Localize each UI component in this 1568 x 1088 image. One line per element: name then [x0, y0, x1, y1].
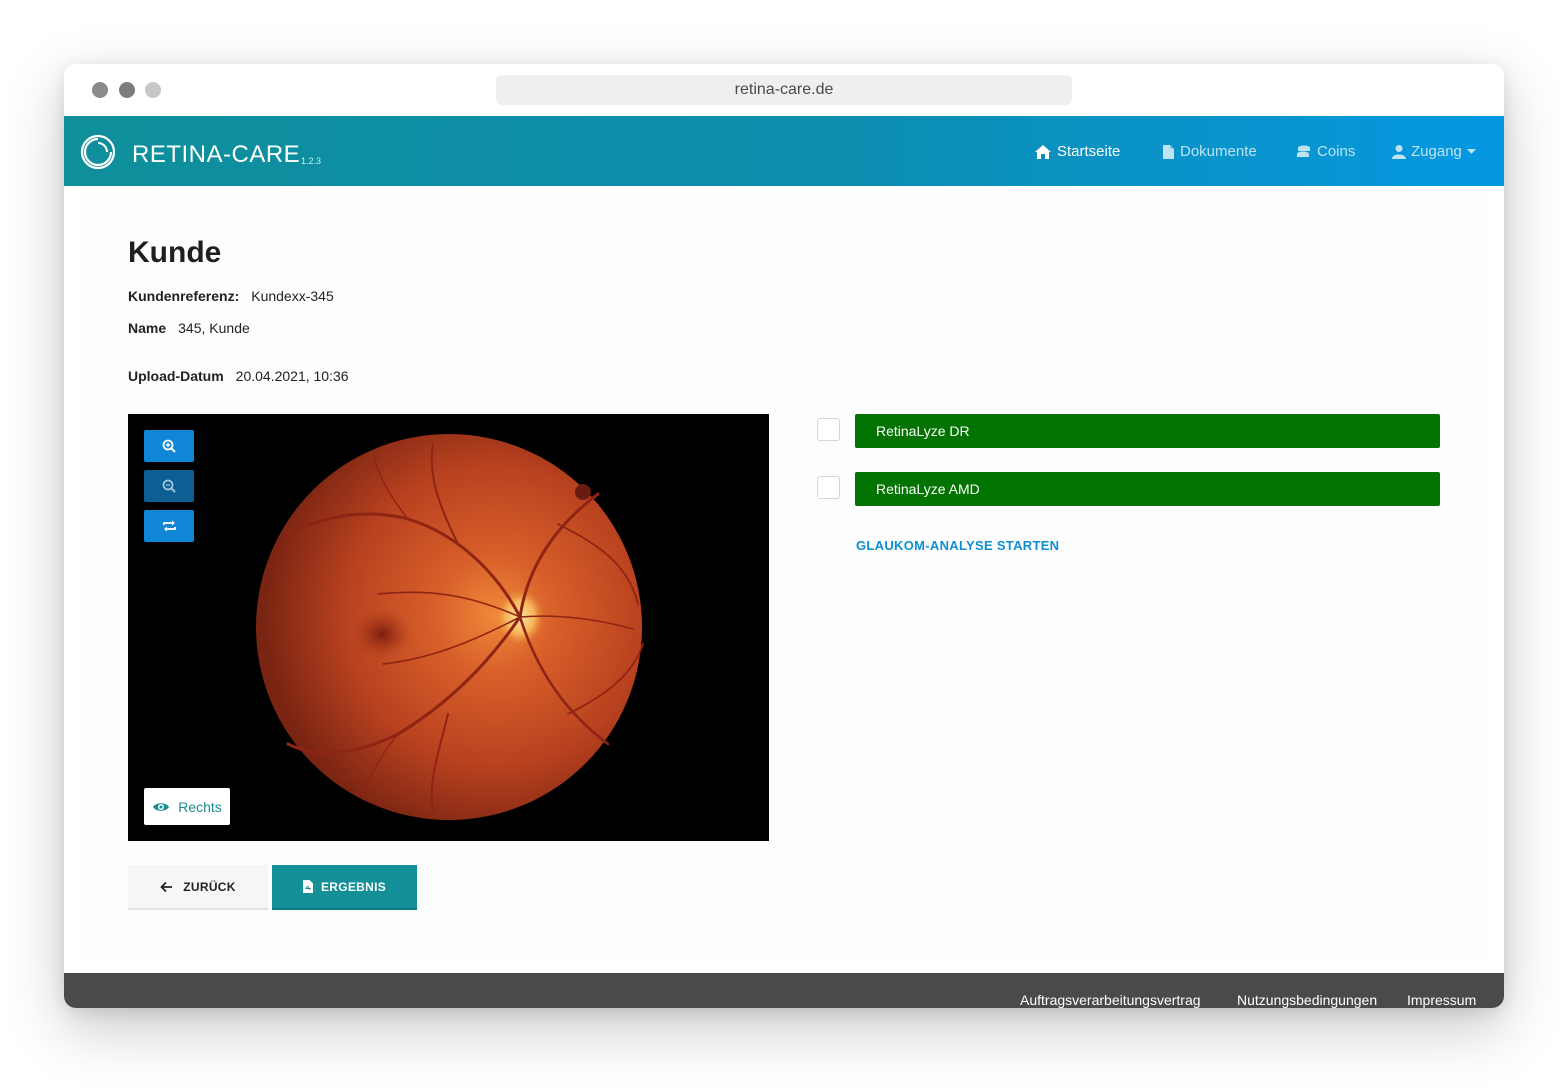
top-navbar: RETINA-CARE 1.2.3 Startseite Dokumente C… [64, 116, 1504, 186]
main-content: Kunde Kundenreferenz: Kundexx-345 Name 345… [80, 192, 1488, 958]
document-icon [1163, 145, 1174, 159]
flip-image-button[interactable] [144, 510, 194, 542]
user-icon [1392, 145, 1406, 159]
customer-reference-row: Kundenreferenz: Kundexx-345 [128, 288, 334, 304]
back-button[interactable]: ZURÜCK [128, 865, 268, 910]
nav-zugang-dropdown[interactable]: Zugang [1392, 142, 1476, 162]
glaukom-analysis-link[interactable]: GLAUKOM-ANALYSE STARTEN [856, 538, 1059, 553]
result-button[interactable]: ERGEBNIS [272, 865, 417, 910]
customer-reference-label: Kundenreferenz: [128, 288, 240, 304]
nav-coins-label: Coins [1317, 143, 1356, 160]
upload-date-row: Upload-Datum 20.04.2021, 10:36 [128, 368, 349, 384]
brand-name[interactable]: RETINA-CARE [132, 140, 300, 170]
nav-dokumente[interactable]: Dokumente [1162, 142, 1257, 162]
fundus-image [256, 434, 644, 820]
result-button-label: ERGEBNIS [320, 879, 387, 894]
flip-icon [162, 520, 176, 532]
window-close-dot[interactable] [92, 82, 108, 98]
back-button-label: ZURÜCK [183, 879, 236, 894]
customer-name-row: Name 345, Kunde [128, 320, 250, 336]
app-version: 1.2.3 [301, 156, 322, 166]
retinalyze-amd-checkbox[interactable] [817, 476, 840, 499]
browser-window: retina-care.de RETINA-CARE 1.2.3 Startse… [64, 64, 1504, 1008]
window-maximize-dot[interactable] [145, 82, 161, 98]
window-minimize-dot[interactable] [119, 82, 135, 98]
coins-icon [1297, 145, 1310, 157]
eye-icon [153, 802, 170, 811]
eye-side-badge: Rechts [144, 788, 230, 825]
retinalyze-amd-option[interactable]: RetinaLyze AMD [855, 472, 1440, 506]
footer-link-auftragsverarbeitungsvertrag[interactable]: Auftragsverarbeitungsvertrag [1020, 992, 1201, 1008]
footer-link-nutzungsbedingungen[interactable]: Nutzungsbedingungen [1237, 992, 1377, 1008]
retinalyze-dr-checkbox[interactable] [817, 418, 840, 441]
pdf-file-icon [302, 880, 313, 893]
customer-name-value: 345, Kunde [178, 320, 250, 336]
retina-care-logo-icon [80, 134, 116, 170]
footer-link-impressum[interactable]: Impressum [1407, 992, 1476, 1008]
zoom-out-button[interactable] [144, 470, 194, 502]
fundus-image-viewer[interactable]: Rechts [128, 414, 769, 841]
home-icon [1035, 145, 1051, 159]
address-bar[interactable]: retina-care.de [496, 75, 1072, 105]
browser-chrome: retina-care.de [64, 64, 1504, 116]
eye-side-label: Rechts [178, 798, 222, 815]
footer: Auftragsverarbeitungsvertrag Nutzungsbed… [64, 973, 1504, 1008]
nav-dokumente-label: Dokumente [1180, 143, 1257, 160]
arrow-left-icon [160, 881, 173, 892]
retinalyze-dr-option[interactable]: RetinaLyze DR [855, 414, 1440, 448]
nav-startseite-label: Startseite [1057, 143, 1121, 160]
page-title: Kunde [128, 236, 222, 269]
upload-date-value: 20.04.2021, 10:36 [235, 368, 349, 384]
zoom-out-icon [162, 479, 176, 493]
zoom-in-button[interactable] [144, 430, 194, 462]
zoom-in-icon [162, 439, 176, 453]
nav-coins[interactable]: Coins [1296, 142, 1355, 162]
nav-zugang-label: Zugang [1411, 143, 1462, 160]
nav-startseite[interactable]: Startseite [1034, 142, 1120, 162]
customer-reference-value: Kundexx-345 [251, 288, 334, 304]
upload-date-label: Upload-Datum [128, 368, 224, 384]
customer-name-label: Name [128, 320, 167, 336]
caret-down-icon [1466, 149, 1476, 154]
